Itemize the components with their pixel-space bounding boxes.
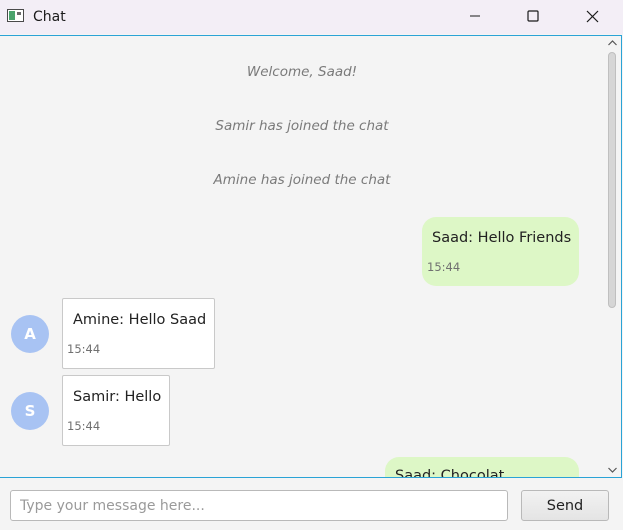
system-message: Amine has joined the chat [213,172,391,188]
send-button[interactable]: Send [521,490,609,521]
scrollbar-thumb[interactable] [608,52,616,308]
chevron-down-icon[interactable] [607,465,618,475]
message-time: 15:44 [427,260,461,274]
system-message: Welcome, Saad! [246,64,358,80]
avatar: S [11,392,49,430]
incoming-message-bubble: Amine: Hello Saad 15:44 [62,298,215,369]
window-title: Chat [33,9,66,25]
maximize-button[interactable] [510,0,556,32]
message-time: 15:44 [67,419,101,433]
own-message-bubble: Saad: Hello Friends 15:44 [422,217,579,286]
message-input[interactable] [10,490,508,521]
message-composer: Send [0,478,623,530]
system-message: Samir has joined the chat [215,118,389,134]
minimize-button[interactable] [452,0,498,32]
chat-window-icon [7,9,24,22]
avatar: A [11,315,49,353]
message-text: Saad: Chocolat... [395,468,519,478]
message-text: Amine: Hello Saad [73,312,207,328]
message-text: Saad: Hello Friends [432,230,572,246]
incoming-message-bubble: Samir: Hello 15:44 [62,375,170,446]
chat-scrollbar[interactable] [604,36,621,477]
message-text: Samir: Hello [73,389,162,405]
chevron-up-icon[interactable] [607,38,618,48]
own-message-bubble: Saad: Chocolat... [385,457,579,478]
chat-messages-pane[interactable]: Welcome, Saad! Samir has joined the chat… [0,35,622,478]
maximize-icon [527,10,539,22]
close-button[interactable] [569,0,615,32]
minimize-icon [470,15,480,17]
message-time: 15:44 [67,342,101,356]
close-icon [586,10,598,22]
window-title-bar: Chat [0,0,623,34]
